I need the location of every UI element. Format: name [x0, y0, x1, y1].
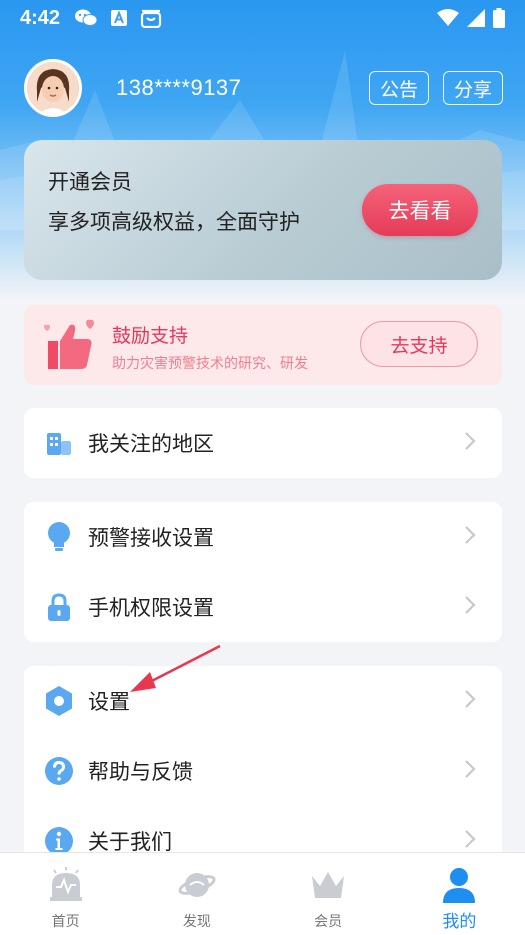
phone-number: 138****9137 [116, 75, 242, 100]
menu-item-alert-settings[interactable]: 预警接收设置 [24, 502, 502, 572]
menu-label-followed-regions: 我关注的地区 [88, 432, 214, 456]
lock-icon [44, 592, 74, 622]
store-icon [140, 8, 162, 28]
buildings-icon [44, 428, 74, 458]
annotation-arrow-icon [130, 644, 221, 692]
nav-member[interactable]: 会员 [263, 853, 394, 935]
nav-member-label: 会员 [314, 914, 343, 930]
user-icon [442, 867, 476, 903]
profile-row: 138****9137 公告 分享 [24, 58, 503, 118]
nav-discover-label: 发现 [182, 914, 211, 930]
lightbulb-icon [44, 522, 74, 552]
avatar[interactable] [24, 59, 82, 117]
menu-item-help-feedback[interactable]: 帮助与反馈 [24, 736, 502, 806]
chevron-right-icon [464, 759, 476, 783]
wifi-icon [437, 9, 459, 27]
nav-mine-label: 我的 [442, 912, 477, 932]
question-icon [44, 756, 74, 786]
chevron-right-icon [464, 595, 476, 619]
vip-view-button[interactable]: 去看看 [362, 184, 478, 236]
menu-label-settings: 设置 [88, 690, 130, 714]
status-time: 4:42 [20, 6, 61, 29]
support-subtitle: 助力灾害预警技术的研究、研发 [112, 356, 308, 372]
bottom-nav: 首页 发现 会员 我的 [0, 852, 525, 935]
chevron-right-icon [464, 689, 476, 713]
menu-group-general: 设置 帮助与反馈 关于我们 [24, 666, 502, 866]
support-title: 鼓励支持 [112, 325, 189, 347]
share-button[interactable]: 分享 [442, 71, 503, 105]
support-button[interactable]: 去支持 [360, 321, 478, 367]
crown-icon [309, 867, 347, 903]
support-card[interactable]: 鼓励支持 助力灾害预警技术的研究、研发 去支持 [24, 305, 502, 385]
chevron-right-icon [464, 431, 476, 455]
chevron-right-icon [464, 525, 476, 549]
nav-home-label: 首页 [51, 914, 80, 930]
menu-group-settings: 预警接收设置 手机权限设置 [24, 502, 502, 642]
menu-group-regions: 我关注的地区 [24, 408, 502, 478]
chevron-right-icon [464, 829, 476, 853]
thumbs-up-icon [42, 317, 100, 377]
vip-card[interactable]: 开通会员 享多项高级权益，全面守护 去看看 [24, 140, 502, 280]
menu-item-permission-settings[interactable]: 手机权限设置 [24, 572, 502, 642]
menu-item-followed-regions[interactable]: 我关注的地区 [24, 408, 502, 478]
radar-icon [48, 867, 84, 903]
planet-icon [178, 867, 216, 903]
nav-home[interactable]: 首页 [0, 853, 131, 935]
nav-discover[interactable]: 发现 [131, 853, 262, 935]
battery-icon [493, 8, 505, 28]
menu-label-permission-settings: 手机权限设置 [88, 596, 214, 620]
hexagon-settings-icon [44, 686, 74, 716]
menu-item-settings[interactable]: 设置 [24, 666, 502, 736]
announcement-button[interactable]: 公告 [368, 71, 429, 105]
status-bar: 4:42 [0, 0, 525, 36]
wechat-icon [74, 8, 98, 28]
menu-label-alert-settings: 预警接收设置 [88, 526, 214, 550]
menu-label-help-feedback: 帮助与反馈 [88, 760, 193, 784]
font-a-icon [110, 9, 128, 27]
nav-mine[interactable]: 我的 [394, 853, 525, 935]
signal-icon [467, 9, 485, 27]
